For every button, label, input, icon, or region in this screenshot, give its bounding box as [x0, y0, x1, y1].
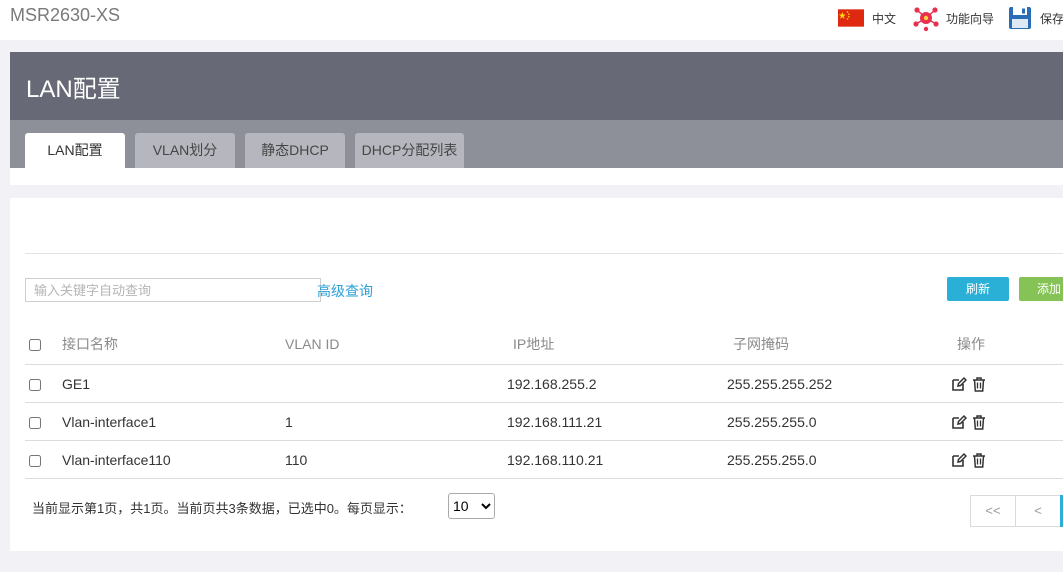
- column-header-ip-address: IP地址: [507, 324, 727, 365]
- pagination-status: 当前显示第1页，共1页。当前页共3条数据，已选中0。每页显示：: [32, 501, 412, 516]
- trash-icon[interactable]: [971, 414, 987, 430]
- lan-table: 接口名称 VLAN ID IP地址 子网掩码 操作 GE1 192.168.25…: [25, 324, 1063, 479]
- wizard-label: 功能向导: [946, 11, 995, 26]
- column-header-operations: 操作: [949, 324, 1063, 365]
- top-actions: 中文 功能向导 保存: [838, 0, 1063, 36]
- china-flag-icon: [838, 9, 864, 27]
- cell-interface-name: Vlan-interface1: [62, 402, 285, 441]
- divider: [25, 253, 1063, 254]
- tab-strip: LAN配置 VLAN划分 静态DHCP DHCP分配列表: [10, 120, 1063, 168]
- table-row: Vlan-interface110 110 192.168.110.21 255…: [25, 440, 1063, 479]
- table-row: Vlan-interface1 1 192.168.111.21 255.255…: [25, 402, 1063, 441]
- trash-icon[interactable]: [971, 452, 987, 468]
- language-switch[interactable]: 中文: [838, 9, 896, 27]
- cell-ip-address: 192.168.255.2: [507, 364, 727, 403]
- cell-subnet-mask: 255.255.255.0: [727, 402, 949, 441]
- select-all-cell: [25, 324, 62, 365]
- save-link[interactable]: 保存: [994, 6, 1063, 30]
- pager: << < 1: [970, 495, 1063, 527]
- cell-operations: [949, 440, 1063, 479]
- advanced-query-link[interactable]: 高级查询: [317, 281, 373, 301]
- wizard-link[interactable]: 功能向导: [896, 4, 994, 32]
- tab-vlan-division[interactable]: VLAN划分: [135, 133, 235, 168]
- row-checkbox[interactable]: [29, 416, 41, 429]
- first-page-button[interactable]: <<: [970, 495, 1016, 527]
- select-all-checkbox[interactable]: [29, 339, 41, 352]
- cell-vlan-id: 1: [285, 402, 507, 441]
- save-disk-icon: [1009, 7, 1032, 29]
- tab-lan-config[interactable]: LAN配置: [25, 133, 125, 168]
- cell-ip-address: 192.168.111.21: [507, 402, 727, 441]
- column-header-interface-name: 接口名称: [62, 324, 285, 365]
- edit-icon[interactable]: [951, 452, 967, 468]
- cell-subnet-mask: 255.255.255.252: [727, 364, 949, 403]
- title-bar: LAN配置: [10, 52, 1063, 120]
- tab-static-dhcp[interactable]: 静态DHCP: [245, 133, 345, 168]
- prev-page-button[interactable]: <: [1015, 495, 1061, 527]
- edit-icon[interactable]: [951, 376, 967, 392]
- content-panel: 高级查询 刷新 添加 接口名称 VLAN ID IP地址 子网掩码 操作 GE1…: [10, 198, 1063, 551]
- trash-icon[interactable]: [971, 376, 987, 392]
- refresh-button[interactable]: 刷新: [947, 277, 1009, 301]
- language-label: 中文: [872, 11, 897, 26]
- column-header-subnet-mask: 子网掩码: [727, 324, 949, 365]
- cell-operations: [949, 364, 1063, 403]
- row-checkbox[interactable]: [29, 454, 41, 467]
- cell-vlan-id: 110: [285, 440, 507, 479]
- search-input[interactable]: [25, 278, 321, 302]
- device-name: MSR2630-XS: [10, 5, 121, 25]
- cell-vlan-id: [285, 364, 507, 403]
- header-panel: LAN配置 LAN配置 VLAN划分 静态DHCP DHCP分配列表: [10, 52, 1063, 185]
- row-checkbox[interactable]: [29, 378, 41, 391]
- edit-icon[interactable]: [951, 414, 967, 430]
- cell-interface-name: GE1: [62, 364, 285, 403]
- save-label: 保存: [1040, 11, 1063, 26]
- column-header-vlan-id: VLAN ID: [285, 324, 507, 365]
- cell-operations: [949, 402, 1063, 441]
- cell-ip-address: 192.168.110.21: [507, 440, 727, 479]
- cell-interface-name: Vlan-interface110: [62, 440, 285, 479]
- tab-dhcp-allocation-list[interactable]: DHCP分配列表: [355, 133, 464, 168]
- cell-subnet-mask: 255.255.255.0: [727, 440, 949, 479]
- page-size-select[interactable]: 10: [448, 493, 495, 519]
- table-row: GE1 192.168.255.2 255.255.255.252: [25, 364, 1063, 403]
- top-bar: MSR2630-XS 中文 功能向导 保存: [0, 0, 1063, 40]
- add-button[interactable]: 添加: [1019, 277, 1063, 301]
- table-header-row: 接口名称 VLAN ID IP地址 子网掩码 操作: [25, 324, 1063, 365]
- wizard-icon: [913, 7, 939, 32]
- page-title: LAN配置: [26, 76, 121, 103]
